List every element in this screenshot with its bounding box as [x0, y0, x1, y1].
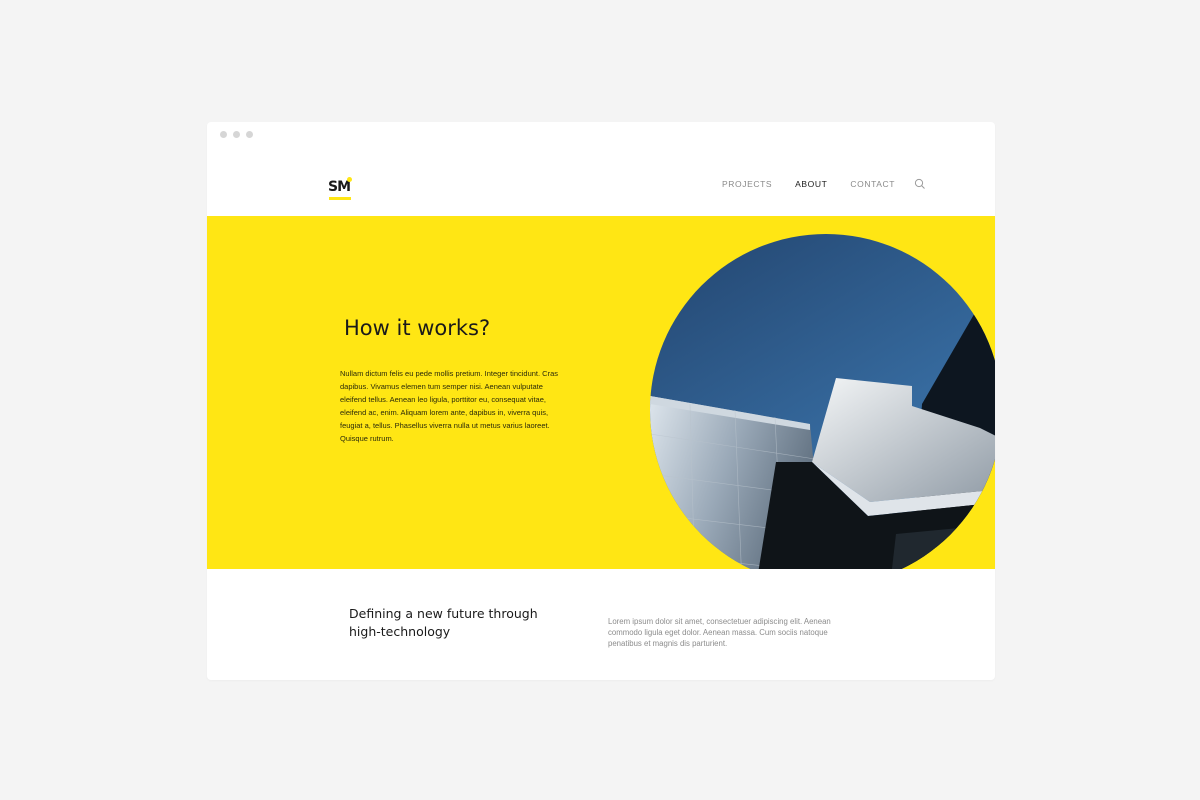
hero-section: How it works? Nullam dictum felis eu ped… — [207, 216, 995, 569]
main-nav: PROJECTS ABOUT CONTACT — [722, 179, 895, 189]
hero-body-text: Nullam dictum felis eu pede mollis preti… — [340, 369, 559, 443]
search-icon[interactable] — [914, 177, 926, 189]
window-controls — [220, 131, 253, 138]
nav-item-contact[interactable]: CONTACT — [850, 179, 895, 189]
nav-item-about[interactable]: ABOUT — [795, 179, 827, 189]
hero-building-image — [650, 234, 995, 569]
nav-item-projects[interactable]: PROJECTS — [722, 179, 772, 189]
section-body-text: Lorem ipsum dolor sit amet, consectetuer… — [608, 617, 831, 648]
logo-text: SM — [328, 179, 351, 195]
logo-underline — [329, 197, 351, 200]
logo[interactable]: SM — [328, 176, 354, 202]
section-title: Defining a new future through high-techn… — [349, 606, 538, 639]
browser-window: SM PROJECTS ABOUT CONTACT How it works? … — [207, 122, 995, 680]
window-dot[interactable] — [233, 131, 240, 138]
window-dot[interactable] — [246, 131, 253, 138]
logo-accent-dot — [347, 177, 352, 182]
hero-title: How it works? — [344, 316, 491, 340]
window-dot[interactable] — [220, 131, 227, 138]
